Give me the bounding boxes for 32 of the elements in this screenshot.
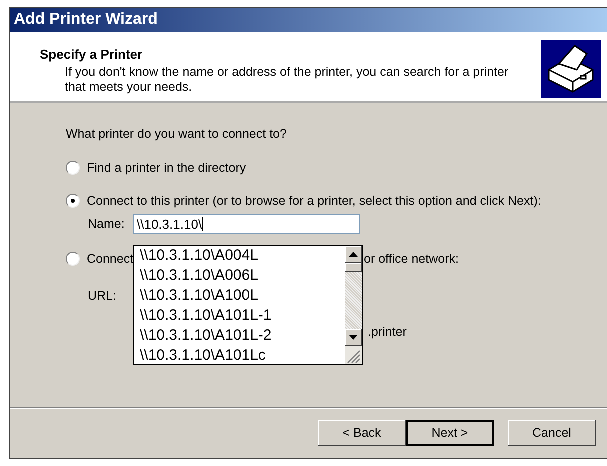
page-title: Specify a Printer bbox=[40, 47, 144, 62]
option-label[interactable]: Connect to this printer (or to browse for a printer, select this option and click Next): bbox=[87, 194, 542, 208]
printer-icon bbox=[541, 40, 601, 98]
down-arrow-icon bbox=[349, 335, 358, 340]
option-label: or office network: bbox=[364, 252, 459, 266]
window-title: Add Printer Wizard bbox=[14, 11, 158, 29]
up-arrow-icon bbox=[349, 252, 358, 257]
suggestion-item[interactable]: \\10.3.1.10\A100L bbox=[140, 286, 345, 306]
url-label: URL: bbox=[88, 289, 116, 303]
radio-button[interactable] bbox=[66, 194, 80, 208]
radio-button[interactable] bbox=[66, 252, 80, 266]
resize-grip-icon[interactable] bbox=[345, 348, 361, 364]
radio-button[interactable] bbox=[66, 161, 80, 175]
option-label[interactable]: Connect bbox=[87, 252, 134, 266]
url-example-text: .printer bbox=[368, 325, 407, 339]
scroll-up-button[interactable] bbox=[345, 246, 362, 263]
name-field[interactable]: \\10.3.1.10\ bbox=[133, 214, 360, 234]
wizard-button[interactable]: < Back bbox=[318, 420, 406, 446]
scroll-thumb[interactable] bbox=[345, 263, 362, 272]
option-label[interactable]: Find a printer in the directory bbox=[87, 161, 246, 175]
question-text: What printer do you want to connect to? bbox=[66, 127, 288, 143]
wizard-button[interactable]: Cancel bbox=[508, 420, 596, 446]
scroll-down-button[interactable] bbox=[345, 329, 362, 346]
suggestion-item[interactable]: \\10.3.1.10\A006L bbox=[140, 266, 345, 286]
suggestion-item[interactable]: \\10.3.1.10\A101Lc bbox=[140, 346, 345, 364]
suggestion-item[interactable]: \\10.3.1.10\A004L bbox=[140, 246, 345, 266]
page-description: If you don't know the name or address of the printer, you can search for a printer that meets your needs. bbox=[64, 65, 510, 95]
suggestion-item[interactable]: \\10.3.1.10\A101L-2 bbox=[140, 326, 345, 346]
suggestion-item[interactable]: \\10.3.1.10\A101L-1 bbox=[140, 306, 345, 326]
scrollbar[interactable] bbox=[345, 246, 362, 364]
name-label: Name: bbox=[88, 217, 126, 231]
wizard-button[interactable]: Next > bbox=[406, 420, 494, 446]
